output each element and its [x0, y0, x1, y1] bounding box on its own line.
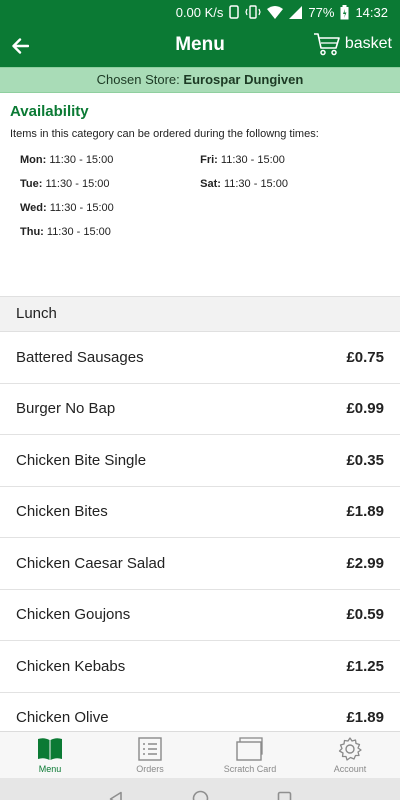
item-price: £0.75: [346, 348, 384, 366]
cart-icon: [313, 33, 340, 56]
menu-item[interactable]: Chicken Caesar Salad £2.99: [0, 538, 400, 590]
nav-recents-button[interactable]: [277, 791, 292, 800]
times-column-right: Fri: 11:30 - 15:00 Sat: 11:30 - 15:00: [200, 154, 390, 250]
vibrate-icon: [245, 5, 262, 19]
store-name: Eurospar Dungiven: [183, 72, 304, 87]
item-name: Burger No Bap: [16, 400, 116, 418]
availability-description: Items in this category can be ordered du…: [10, 128, 319, 140]
day-label: Sat:: [200, 178, 221, 190]
tab-label: Menu: [38, 764, 62, 774]
menu-item[interactable]: Chicken Bites £1.89: [0, 487, 400, 538]
hours: 11:30 - 15:00: [46, 226, 111, 238]
net-speed: 0.00 K/s: [175, 4, 224, 20]
item-price: £2.99: [346, 554, 384, 572]
day-label: Wed:: [20, 202, 47, 214]
list-icon: [138, 736, 162, 762]
tab-label: Orders: [136, 764, 164, 774]
item-price: £0.35: [346, 451, 384, 469]
nav-back-button[interactable]: [108, 791, 124, 800]
hours: 11:30 - 15:00: [49, 202, 114, 214]
menu-item[interactable]: Chicken Bite Single £0.35: [0, 435, 400, 487]
category-header: Lunch: [0, 296, 400, 332]
item-price: £1.89: [346, 503, 384, 521]
menu-item[interactable]: Chicken Olive £1.89: [0, 693, 400, 732]
clock: 14:32: [355, 4, 388, 20]
menu-item[interactable]: Battered Sausages £0.75: [0, 332, 400, 384]
day-label: Tue:: [20, 178, 43, 190]
day-label: Mon:: [20, 154, 47, 166]
menu-item[interactable]: Burger No Bap £0.99: [0, 384, 400, 435]
hours: 11:30 - 15:00: [49, 154, 114, 166]
availability-times: Mon: 11:30 - 15:00 Tue: 11:30 - 15:00 We…: [10, 154, 390, 250]
item-name: Chicken Bite Single: [16, 451, 147, 469]
availability-section: Availability Items in this category can …: [0, 93, 400, 296]
circle-home-icon: [192, 790, 209, 800]
system-navigation-bar: [0, 778, 400, 800]
time-row: Wed: 11:30 - 15:00: [20, 202, 200, 226]
availability-heading: Availability: [10, 103, 89, 120]
item-name: Chicken Caesar Salad: [16, 554, 166, 572]
time-row: Thu: 11:30 - 15:00: [20, 226, 200, 250]
item-price: £0.59: [346, 606, 384, 624]
store-banner: Chosen Store: Eurospar Dungiven: [0, 67, 400, 93]
tab-account[interactable]: Account: [300, 732, 400, 778]
item-name: Chicken Bites: [16, 503, 108, 521]
card-icon: [236, 736, 264, 762]
back-button[interactable]: [6, 32, 34, 60]
basket-label: basket: [344, 35, 392, 52]
tab-menu[interactable]: Menu: [0, 732, 100, 778]
time-row: Sat: 11:30 - 15:00: [200, 178, 390, 202]
gear-icon: [338, 736, 362, 762]
store-prefix: Chosen Store:: [96, 72, 180, 87]
book-icon: [37, 736, 63, 762]
bottom-navigation: Menu Orders Scratch Card Account: [0, 731, 400, 778]
item-price: £1.89: [346, 709, 384, 727]
hours: 11:30 - 15:00: [220, 154, 285, 166]
item-name: Battered Sausages: [16, 348, 144, 366]
item-price: £0.99: [346, 400, 384, 418]
menu-item-list[interactable]: Battered Sausages £0.75 Burger No Bap £0.9…: [0, 332, 400, 731]
battery-percent: 77%: [308, 4, 335, 20]
signal-icon: [289, 5, 303, 19]
menu-item[interactable]: Chicken Kebabs £1.25: [0, 641, 400, 693]
time-row: Mon: 11:30 - 15:00: [20, 154, 200, 178]
time-row: Fri: 11:30 - 15:00: [200, 154, 390, 178]
item-name: Chicken Goujons: [16, 606, 131, 624]
tab-label: Account: [333, 764, 367, 774]
basket-button[interactable]: basket: [313, 32, 392, 56]
wifi-icon: [267, 5, 284, 19]
arrow-left-icon: [12, 38, 29, 54]
item-name: Chicken Kebabs: [16, 657, 126, 675]
day-label: Fri:: [200, 154, 218, 166]
status-bar: 0.00 K/s 77% 14:32: [0, 0, 400, 24]
triangle-back-icon: [109, 791, 122, 800]
phone-icon: [229, 5, 240, 19]
day-label: Thu:: [20, 226, 44, 238]
tab-scratch-card[interactable]: Scratch Card: [200, 732, 300, 778]
battery-icon: [340, 4, 349, 20]
time-row: Tue: 11:30 - 15:00: [20, 178, 200, 202]
times-column-left: Mon: 11:30 - 15:00 Tue: 11:30 - 15:00 We…: [10, 154, 200, 250]
square-recents-icon: [277, 791, 292, 800]
item-price: £1.25: [346, 657, 384, 675]
menu-item[interactable]: Chicken Goujons £0.59: [0, 590, 400, 641]
tab-orders[interactable]: Orders: [100, 732, 200, 778]
item-name: Chicken Olive: [16, 709, 109, 727]
hours: 11:30 - 15:00: [45, 178, 110, 190]
tab-label: Scratch Card: [223, 764, 277, 774]
app-bar: Menu basket: [0, 24, 400, 67]
nav-home-button[interactable]: [192, 790, 209, 800]
hours: 11:30 - 15:00: [223, 178, 288, 190]
